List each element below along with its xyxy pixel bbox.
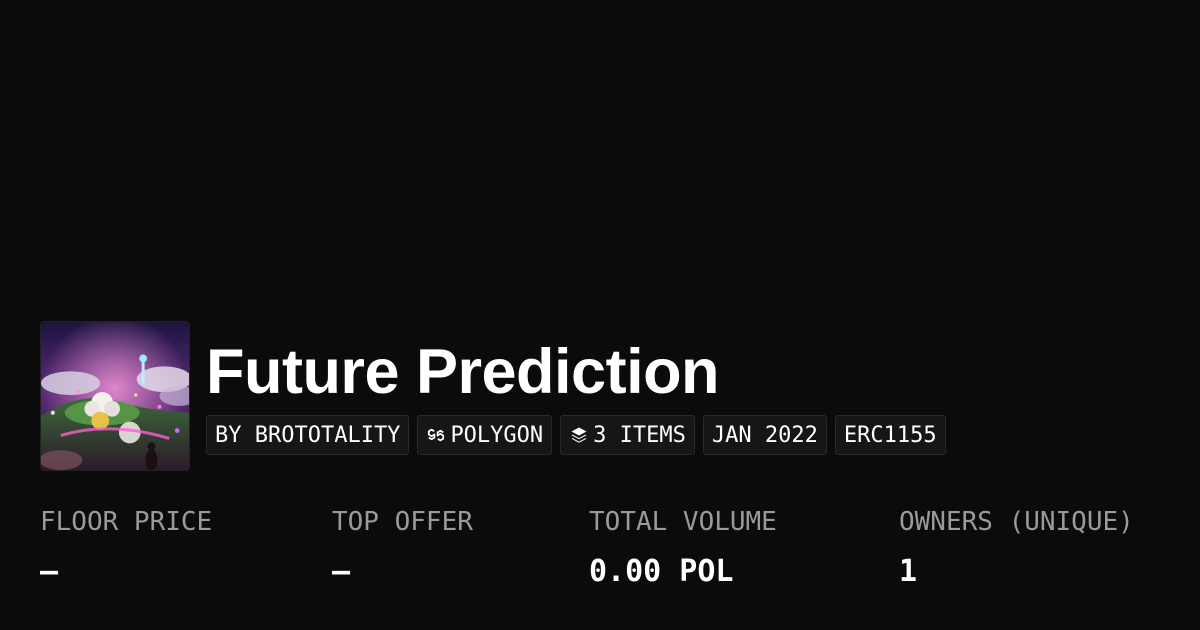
- collection-thumbnail[interactable]: [40, 321, 190, 471]
- polygon-icon: [426, 425, 446, 445]
- collection-artwork-image: [41, 322, 189, 470]
- stat-label: FLOOR PRICE: [40, 507, 213, 537]
- stat-value: 0.00 POL: [589, 554, 734, 589]
- stat-value: –: [332, 554, 351, 589]
- layers-icon: [569, 425, 589, 445]
- stat-total-volume: TOTAL VOLUME 0.00 POL: [589, 505, 777, 589]
- stat-top-offer: TOP OFFER –: [332, 505, 473, 589]
- date-label: JAN 2022: [711, 422, 818, 448]
- creator-chip[interactable]: BY BROTOTALITY: [206, 415, 410, 455]
- items-label: 3 ITEMS: [593, 422, 686, 448]
- token-standard-label: ERC1155: [843, 422, 937, 448]
- stat-label: OWNERS (UNIQUE): [899, 507, 1134, 537]
- stat-value: 1: [899, 554, 918, 589]
- collection-card: Future Prediction BY BROTOTALITY POLYGON: [0, 0, 1200, 630]
- stat-label: TOP OFFER: [332, 507, 473, 537]
- creator-label: BY BROTOTALITY: [215, 422, 401, 448]
- stat-label: TOTAL VOLUME: [589, 507, 777, 537]
- chain-chip[interactable]: POLYGON: [417, 415, 553, 455]
- collection-meta-chips: BY BROTOTALITY POLYGON 3 ITEMS JAN 2022 …: [206, 415, 946, 455]
- date-chip: JAN 2022: [702, 415, 827, 455]
- stat-floor-price: FLOOR PRICE –: [40, 505, 212, 589]
- stat-owners: OWNERS (UNIQUE) 1: [899, 505, 1134, 589]
- collection-title: Future Prediction: [206, 337, 720, 407]
- items-chip[interactable]: 3 ITEMS: [560, 415, 695, 455]
- token-standard-chip: ERC1155: [834, 415, 946, 455]
- stat-value: –: [40, 554, 59, 589]
- chain-label: POLYGON: [450, 422, 544, 448]
